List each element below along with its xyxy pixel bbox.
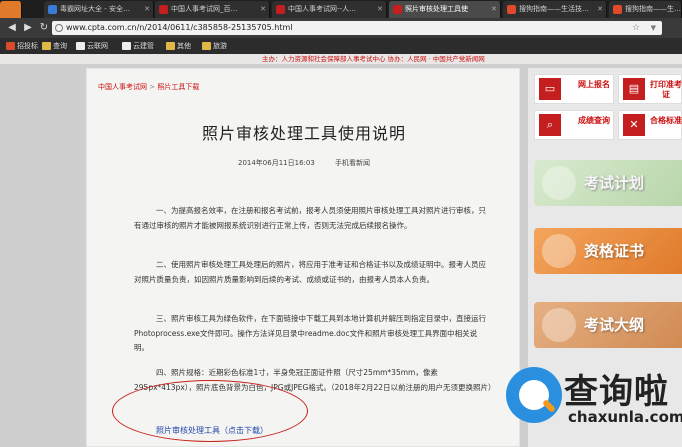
bookmark-label: 云联网 [87, 42, 108, 50]
address-bar-row: ◀ ▶ ↻ www.cpta.com.cn/n/2014/0611/c38585… [0, 18, 682, 38]
paragraph-3: 三、照片审核工具为绿色软件，在下面链接中下载工具到本地计算机并解压到指定目录中，… [134, 314, 486, 352]
bookmark-label: 云建管 [133, 42, 154, 50]
url-input[interactable]: www.cpta.com.cn/n/2014/0611/c385858-2513… [52, 21, 662, 35]
folder-icon [42, 42, 51, 50]
bookmark-lvyou[interactable]: 旅游 [202, 38, 227, 54]
breadcrumb-home-link[interactable]: 中国人事考试网 [98, 83, 147, 91]
annotation-ellipse [112, 380, 308, 442]
watermark-domain: chaxunla.com [568, 408, 682, 426]
tab-cpta-person[interactable]: 中国人事考试网--人… ✕ [272, 1, 387, 18]
tab-label: 中国人事考试网_百… [171, 5, 238, 13]
decorative-circle-icon [542, 166, 576, 200]
organizer-text: 主办：人力资源和社会保障部人事考试中心 协办：人民网 · 中国共产党新闻网 [262, 55, 485, 63]
banner-label: 考试计划 [584, 174, 645, 192]
close-icon[interactable]: ✕ [597, 1, 603, 18]
paragraph-1: 一、为提高报名效率，在注册和报名考试前，报考人员须使用照片审核处理工具对照片进行… [134, 206, 486, 230]
tab-cpta-baidu[interactable]: 中国人事考试网_百… ✕ [155, 1, 270, 18]
tab-label: 中国人事考试网--人… [288, 5, 357, 13]
breadcrumb-separator: > [149, 83, 156, 91]
pass-standard-button[interactable]: ✕ 合格标准 [618, 110, 682, 140]
exam-plan-banner[interactable]: 考试计划 [534, 160, 682, 206]
decorative-circle-icon [542, 234, 576, 268]
bookmark-label: 旅游 [213, 42, 227, 50]
print-admission-ticket-button[interactable]: ▤ 打印准考证 [618, 74, 682, 104]
qualification-cert-banner[interactable]: 资格证书 [534, 228, 682, 274]
close-icon[interactable]: ✕ [377, 1, 383, 18]
url-text: www.cpta.com.cn/n/2014/0611/c385858-2513… [66, 23, 293, 32]
cpta-favicon-icon [159, 5, 168, 14]
bookmark-qita[interactable]: 其他 [166, 38, 191, 54]
cpta-favicon-icon [276, 5, 285, 14]
cpta-favicon-icon [393, 5, 402, 14]
tab-sogou-guide-1[interactable]: 搜狗指南——生活技… ✕ [503, 1, 607, 18]
refresh-icon[interactable]: ↻ [36, 21, 52, 35]
tools-icon: ✕ [623, 114, 645, 136]
watermark-name: 查询啦 [564, 372, 669, 412]
watermark: 查询啦 chaxunla.com [506, 364, 682, 447]
online-registration-button[interactable]: ▭ 网上报名 [534, 74, 614, 104]
banner-label: 资格证书 [584, 242, 645, 260]
page-title: 照片审核处理工具使用说明 [201, 124, 406, 143]
search-doc-icon: ⌕ [539, 114, 561, 136]
tab-label: 照片审核处理工具使 [405, 5, 468, 13]
sogou-favicon-icon [507, 5, 516, 14]
folder-icon [202, 42, 211, 50]
article-meta: 2014年06月11日16:03 手机看新闻 [237, 159, 371, 167]
quick-link-label: 合格标准 [650, 116, 682, 125]
bookmark-label: 招投标 [17, 42, 38, 50]
quick-link-label: 打印准考证 [650, 80, 682, 99]
bookmark-icon [6, 42, 15, 50]
score-query-button[interactable]: ⌕ 成绩查询 [534, 110, 614, 140]
paragraph-2: 二、使用照片审核处理工具处理后的照片，将应用于准考证和合格证书以及成绩证明中。报… [134, 260, 486, 284]
close-icon[interactable]: ✕ [144, 1, 150, 18]
printer-icon: ▤ [623, 78, 645, 100]
page-icon [76, 42, 85, 50]
duba-favicon-icon [48, 5, 57, 14]
quick-link-label: 成绩查询 [578, 116, 610, 125]
quick-link-label: 网上报名 [578, 80, 610, 89]
bookmark-yunlianwang[interactable]: 云联网 [76, 38, 108, 54]
globe-icon [55, 24, 63, 32]
decorative-circle-icon [542, 308, 576, 342]
breadcrumb-current-link[interactable]: 照片工具下载 [157, 83, 199, 91]
bookmark-label: 查询 [53, 42, 67, 50]
breadcrumb: 中国人事考试网 > 照片工具下载 [98, 82, 199, 92]
tab-duba[interactable]: 毒霸网址大全 - 安全… ✕ [44, 1, 154, 18]
tab-label: 搜狗指南——生活技… [519, 5, 589, 13]
chaxunla-logo-icon [506, 367, 562, 423]
page-icon [122, 42, 131, 50]
bookmark-chaxun[interactable]: 查询 [42, 38, 67, 54]
star-icon[interactable]: ☆ [632, 21, 640, 35]
chevron-down-icon[interactable]: ▼ [651, 21, 656, 35]
exam-syllabus-banner[interactable]: 考试大纲 [534, 302, 682, 348]
close-icon[interactable]: ✕ [491, 1, 497, 18]
tab-label: 搜狗指南——生… [625, 5, 681, 13]
forward-arrow-icon[interactable]: ▶ [20, 21, 36, 35]
sogou-favicon-icon [613, 5, 622, 14]
bookmark-label: 其他 [177, 42, 191, 50]
browser-menu-button[interactable] [0, 1, 22, 18]
tab-bar: 毒霸网址大全 - 安全… ✕ 中国人事考试网_百… ✕ 中国人事考试网--人… … [0, 0, 682, 18]
tab-sogou-guide-2[interactable]: 搜狗指南——生… [609, 1, 682, 18]
tab-label: 毒霸网址大全 - 安全… [60, 5, 130, 13]
bookmark-yunjianguan[interactable]: 云建管 [122, 38, 154, 54]
bookmark-zhaotoubiao[interactable]: 招投标 [6, 38, 38, 54]
tab-photo-tool[interactable]: 照片审核处理工具使 ✕ [389, 1, 501, 18]
banner-label: 考试大纲 [584, 316, 645, 334]
folder-icon [166, 42, 175, 50]
close-icon[interactable]: ✕ [260, 1, 266, 18]
bookmarks-bar: 招投标 查询 云联网 云建管 其他 旅游 [0, 38, 682, 54]
back-arrow-icon[interactable]: ◀ [4, 21, 20, 35]
monitor-icon: ▭ [539, 78, 561, 100]
